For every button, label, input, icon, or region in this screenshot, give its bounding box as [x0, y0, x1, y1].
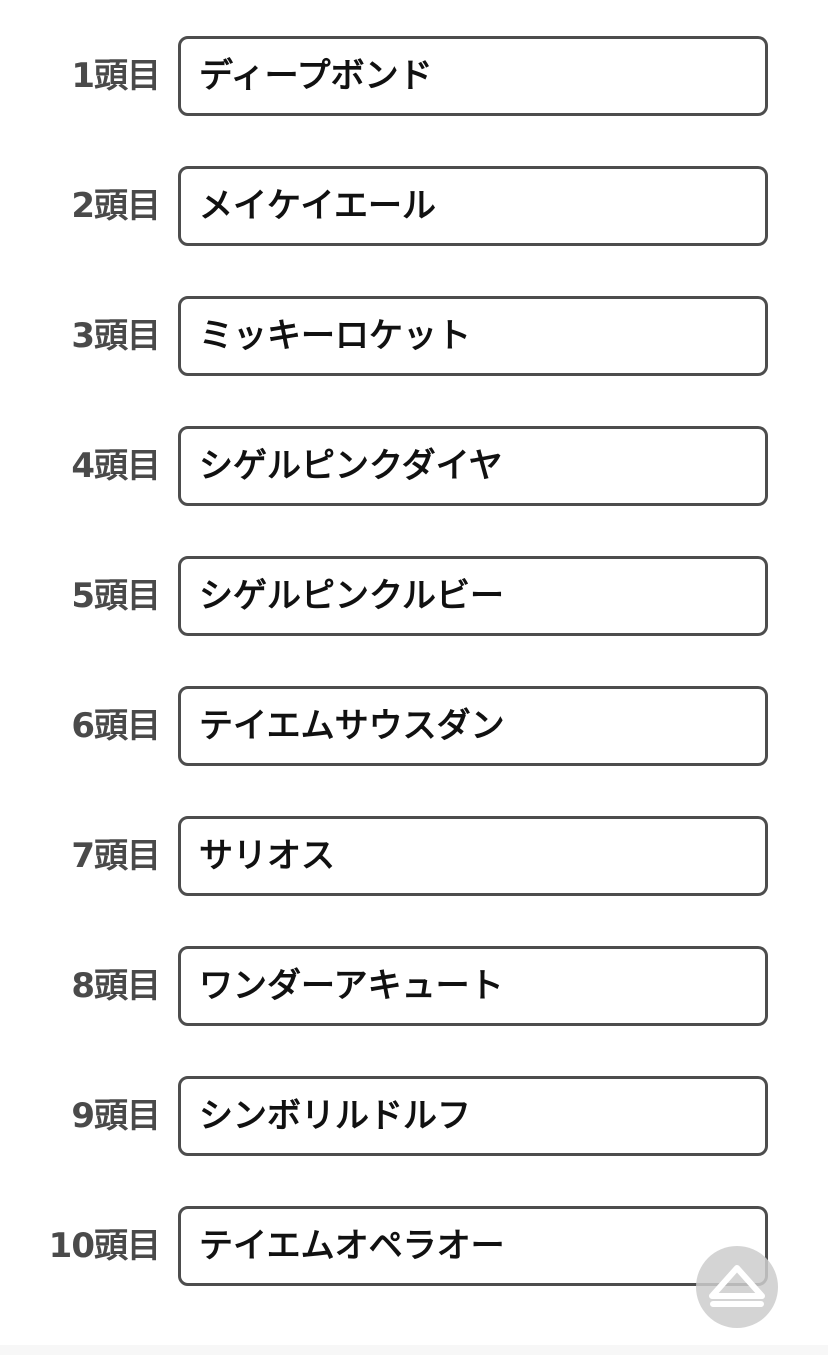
- horse-name-field[interactable]: テイエムオペラオー: [178, 1206, 768, 1286]
- entry-row-9: 9頭目 シンボリルドルフ: [0, 1076, 828, 1156]
- horse-name-field[interactable]: シゲルピンクダイヤ: [178, 426, 768, 506]
- entry-label: 7頭目: [71, 836, 161, 876]
- entry-label: 5頭目: [71, 576, 161, 616]
- horse-name-field[interactable]: サリオス: [178, 816, 768, 896]
- entry-label: 10頭目: [48, 1226, 161, 1266]
- horse-entry-list: 1頭目 ディープボンド 2頭目 メイケイエール 3頭目 ミッキーロケット 4頭目…: [0, 36, 828, 1336]
- triangle-up-icon: [709, 1265, 765, 1307]
- entry-row-7: 7頭目 サリオス: [0, 816, 828, 896]
- horse-name-field[interactable]: メイケイエール: [178, 166, 768, 246]
- entry-label: 9頭目: [71, 1096, 161, 1136]
- horse-name-field[interactable]: シンボリルドルフ: [178, 1076, 768, 1156]
- entry-label: 4頭目: [71, 446, 161, 486]
- entry-row-8: 8頭目 ワンダーアキュート: [0, 946, 828, 1026]
- page-bottom-edge: [0, 1345, 828, 1355]
- entry-row-4: 4頭目 シゲルピンクダイヤ: [0, 426, 828, 506]
- entry-label: 6頭目: [71, 706, 161, 746]
- horse-name-field[interactable]: ワンダーアキュート: [178, 946, 768, 1026]
- entry-row-2: 2頭目 メイケイエール: [0, 166, 828, 246]
- entry-row-6: 6頭目 テイエムサウスダン: [0, 686, 828, 766]
- entry-row-1: 1頭目 ディープボンド: [0, 36, 828, 116]
- horse-name-field[interactable]: テイエムサウスダン: [178, 686, 768, 766]
- entry-label: 3頭目: [71, 316, 161, 356]
- entry-label: 2頭目: [71, 186, 161, 226]
- entry-row-3: 3頭目 ミッキーロケット: [0, 296, 828, 376]
- horse-name-field[interactable]: ディープボンド: [178, 36, 768, 116]
- entry-label: 1頭目: [71, 56, 161, 96]
- horse-name-field[interactable]: ミッキーロケット: [178, 296, 768, 376]
- entry-label: 8頭目: [71, 966, 161, 1006]
- horse-name-field[interactable]: シゲルピンクルビー: [178, 556, 768, 636]
- scroll-to-top-button[interactable]: [696, 1246, 778, 1328]
- entry-row-5: 5頭目 シゲルピンクルビー: [0, 556, 828, 636]
